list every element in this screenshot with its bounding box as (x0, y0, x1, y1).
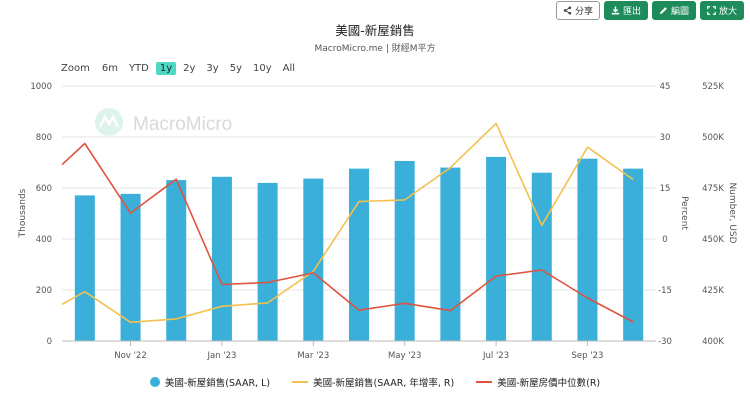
percent-axis-title: Percent (679, 196, 689, 230)
watermark-text: MacroMicro (133, 114, 232, 135)
x-tick-label: Nov '22 (114, 351, 146, 361)
x-tick-label: May '23 (388, 351, 421, 361)
left-tick-label: 400 (36, 235, 52, 245)
left-tick-label: 600 (36, 184, 52, 194)
bar[interactable] (531, 172, 552, 341)
legend-label-price: 美國-新屋房價中位數(R) (497, 378, 601, 389)
usd-tick-label: 525K (702, 82, 724, 92)
usd-tick-label: 400K (702, 337, 724, 347)
usd-axis-title: Number, USD (727, 182, 737, 243)
x-tick-label: Mar '23 (297, 351, 329, 361)
bar[interactable] (394, 160, 415, 341)
percent-tick-label: 30 (660, 133, 671, 143)
chart-legend: 美國-新屋銷售(SAAR, L) 美國-新屋銷售(SAAR, 年增率, R) 美… (0, 375, 750, 389)
legend-item-sales[interactable]: 美國-新屋銷售(SAAR, L) (149, 375, 271, 389)
left-tick-label: 200 (36, 286, 52, 296)
legend-label-yoy: 美國-新屋銷售(SAAR, 年增率, R) (313, 378, 455, 389)
usd-tick-label: 475K (702, 184, 724, 194)
legend-label-sales: 美國-新屋銷售(SAAR, L) (164, 378, 271, 389)
percent-tick-label: -30 (658, 337, 672, 347)
usd-tick-label: 500K (702, 133, 724, 143)
bar[interactable] (211, 176, 232, 341)
left-tick-label: 1000 (30, 82, 52, 92)
legend-dot-icon (149, 377, 160, 387)
bar[interactable] (257, 182, 278, 341)
bar[interactable] (577, 158, 598, 341)
usd-tick-label: 450K (702, 235, 724, 245)
usd-axis: 400K 425K 450K 475K 500K 525K (702, 82, 724, 347)
legend-line-icon (292, 381, 309, 383)
bar-series (74, 156, 644, 341)
x-tick-label: Sep '23 (572, 351, 604, 361)
legend-line-icon (476, 381, 493, 383)
percent-tick-label: 15 (660, 184, 671, 194)
usd-tick-label: 425K (702, 286, 724, 296)
x-tick-label: Jan '23 (206, 351, 236, 361)
bar[interactable] (486, 156, 507, 341)
bar[interactable] (440, 167, 461, 341)
percent-axis: -30 -15 0 15 30 45 (658, 82, 672, 347)
left-tick-label: 800 (36, 133, 52, 143)
left-axis: 0 200 400 600 800 1000 (30, 82, 52, 347)
percent-tick-label: 0 (662, 235, 667, 245)
bar[interactable] (349, 168, 369, 341)
percent-tick-label: -15 (658, 286, 672, 296)
bar[interactable] (120, 193, 141, 341)
bar[interactable] (623, 168, 644, 341)
chart-plot: MacroMicro 0 200 400 600 800 1000 -30 -15 0 15 30… (18, 82, 737, 361)
percent-tick-label: 45 (660, 82, 671, 92)
legend-item-price[interactable]: 美國-新屋房價中位數(R) (476, 375, 600, 389)
left-axis-title: Thousands (18, 188, 28, 238)
x-tick-label: Jul '23 (482, 351, 509, 361)
x-axis: Nov '22 Jan '23 Mar '23 May '23 Jul '23 Sep '… (62, 340, 656, 361)
left-tick-label: 0 (47, 337, 52, 347)
watermark-logo: MacroMicro (95, 108, 232, 136)
bar[interactable] (74, 195, 95, 341)
legend-item-yoy[interactable]: 美國-新屋銷售(SAAR, 年增率, R) (292, 375, 454, 389)
